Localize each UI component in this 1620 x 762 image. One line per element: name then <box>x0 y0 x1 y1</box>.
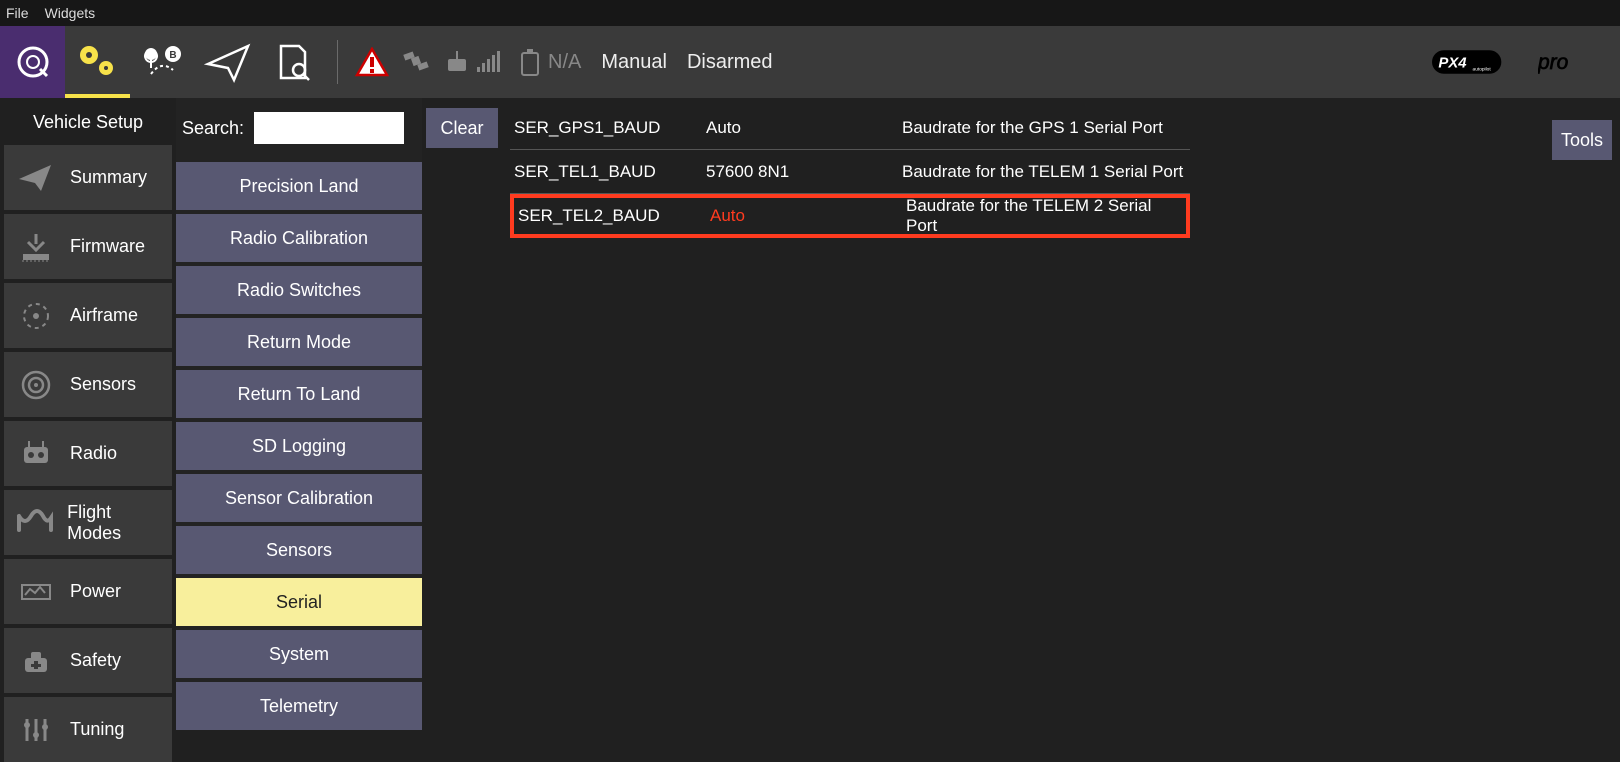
toolbar-status: N/A Manual Disarmed <box>518 47 773 77</box>
sidebar-item-label: Flight Modes <box>67 502 164 544</box>
radar-icon <box>12 363 60 407</box>
battery-text: N/A <box>548 51 581 74</box>
param-row[interactable]: SER_TEL1_BAUD57600 8N1Baudrate for the T… <box>510 150 1190 194</box>
sidebar-item-tuning[interactable]: Tuning <box>4 697 172 762</box>
svg-text:autopilot: autopilot <box>1473 67 1492 73</box>
power-graph-icon <box>12 570 60 614</box>
target-dashed-icon <box>12 294 60 338</box>
armed-state[interactable]: Disarmed <box>687 51 773 74</box>
rc-indicator[interactable] <box>438 26 510 98</box>
param-name: SER_GPS1_BAUD <box>510 118 706 138</box>
gears-icon <box>74 38 122 82</box>
category-sd-logging[interactable]: SD Logging <box>176 422 422 470</box>
doc-search-icon <box>269 40 317 84</box>
toolbar-plan-button[interactable]: B <box>130 26 195 98</box>
rc-remote-icon <box>444 49 470 75</box>
search-input[interactable] <box>254 112 404 144</box>
param-name: SER_TEL2_BAUD <box>514 206 710 226</box>
menu-widgets[interactable]: Widgets <box>45 5 96 21</box>
sidebar-item-radio[interactable]: Radio <box>4 421 172 486</box>
app-logo-button[interactable] <box>0 26 65 98</box>
main-area: Vehicle Setup Summary Firmware Airframe Sen… <box>0 98 1620 759</box>
category-return-mode[interactable]: Return Mode <box>176 318 422 366</box>
svg-text:pro: pro <box>1538 51 1569 74</box>
sidebar-item-summary[interactable]: Summary <box>4 145 172 210</box>
search-label: Search: <box>182 118 244 139</box>
clear-button[interactable]: Clear <box>426 108 498 148</box>
category-precision-land[interactable]: Precision Land <box>176 162 422 210</box>
search-row: Search: <box>176 98 422 158</box>
sidebar-item-firmware[interactable]: Firmware <box>4 214 172 279</box>
paperplane-icon <box>12 156 60 200</box>
toolbar-setup-button[interactable] <box>65 26 130 98</box>
pro-text-icon: pro <box>1538 47 1608 77</box>
waypoint-icon: B <box>139 40 187 84</box>
menu-file[interactable]: File <box>6 5 29 21</box>
sidebar-item-safety[interactable]: Safety <box>4 628 172 693</box>
sidebar-item-label: Tuning <box>70 719 124 740</box>
param-value: 57600 8N1 <box>706 162 902 182</box>
sliders-icon <box>12 708 60 752</box>
svg-text:B: B <box>169 50 176 61</box>
category-list: Precision LandRadio CalibrationRadio Swi… <box>176 158 422 730</box>
warning-triangle-icon <box>355 47 389 77</box>
toolbar-fly-button[interactable] <box>195 26 260 98</box>
menubar: File Widgets <box>0 0 1620 26</box>
category-return-to-land[interactable]: Return To Land <box>176 370 422 418</box>
sidebar-item-label: Sensors <box>70 374 136 395</box>
sidebar-item-label: Firmware <box>70 236 145 257</box>
q-logo-icon <box>13 42 53 82</box>
param-row[interactable]: SER_GPS1_BAUDAutoBaudrate for the GPS 1 … <box>510 106 1190 150</box>
sidebar-item-label: Power <box>70 581 121 602</box>
param-desc: Baudrate for the TELEM 1 Serial Port <box>902 162 1190 182</box>
sidebar-item-flight-modes[interactable]: Flight Modes <box>4 490 172 555</box>
wave-icon <box>12 501 57 545</box>
satellite-icon <box>400 47 432 77</box>
toolbar: B <box>0 26 1620 98</box>
messages-indicator[interactable] <box>350 26 394 98</box>
remote-icon <box>12 432 60 476</box>
brand: PX4 autopilot pro <box>1432 45 1608 79</box>
category-telemetry[interactable]: Telemetry <box>176 682 422 730</box>
category-serial[interactable]: Serial <box>176 578 422 626</box>
sidebar-item-label: Summary <box>70 167 147 188</box>
param-desc: Baudrate for the GPS 1 Serial Port <box>902 118 1190 138</box>
sidebar-item-power[interactable]: Power <box>4 559 172 624</box>
sidebar-item-label: Safety <box>70 650 121 671</box>
paperplane-icon <box>204 40 252 84</box>
flight-mode[interactable]: Manual <box>601 51 667 74</box>
param-row[interactable]: SER_TEL2_BAUDAutoBaudrate for the TELEM … <box>510 194 1190 238</box>
tools-button[interactable]: Tools <box>1552 120 1612 160</box>
battery-icon <box>518 47 542 77</box>
signal-bars-icon <box>476 51 500 73</box>
download-icon <box>12 225 60 269</box>
category-radio-switches[interactable]: Radio Switches <box>176 266 422 314</box>
toolbar-separator <box>337 40 338 84</box>
sidebar-title: Vehicle Setup <box>4 104 172 145</box>
medkit-icon <box>12 639 60 683</box>
sidebar-item-label: Airframe <box>70 305 138 326</box>
param-name: SER_TEL1_BAUD <box>510 162 706 182</box>
category-sensor-calibration[interactable]: Sensor Calibration <box>176 474 422 522</box>
param-desc: Baudrate for the TELEM 2 Serial Port <box>906 196 1186 236</box>
svg-text:PX4: PX4 <box>1438 54 1467 71</box>
gps-indicator[interactable] <box>394 26 438 98</box>
content: Tools SER_GPS1_BAUDAutoBaudrate for the … <box>500 98 1620 759</box>
category-system[interactable]: System <box>176 630 422 678</box>
param-value: Auto <box>706 118 902 138</box>
param-table: SER_GPS1_BAUDAutoBaudrate for the GPS 1 … <box>510 106 1190 238</box>
param-value: Auto <box>710 206 906 226</box>
category-radio-calibration[interactable]: Radio Calibration <box>176 214 422 262</box>
sidebar-item-label: Radio <box>70 443 117 464</box>
toolbar-analyze-button[interactable] <box>260 26 325 98</box>
category-sensors[interactable]: Sensors <box>176 526 422 574</box>
px4-logo-icon: PX4 autopilot <box>1432 45 1528 79</box>
sidebar-item-sensors[interactable]: Sensors <box>4 352 172 417</box>
sidebar-item-airframe[interactable]: Airframe <box>4 283 172 348</box>
sidebar: Vehicle Setup Summary Firmware Airframe Sen… <box>0 98 176 759</box>
